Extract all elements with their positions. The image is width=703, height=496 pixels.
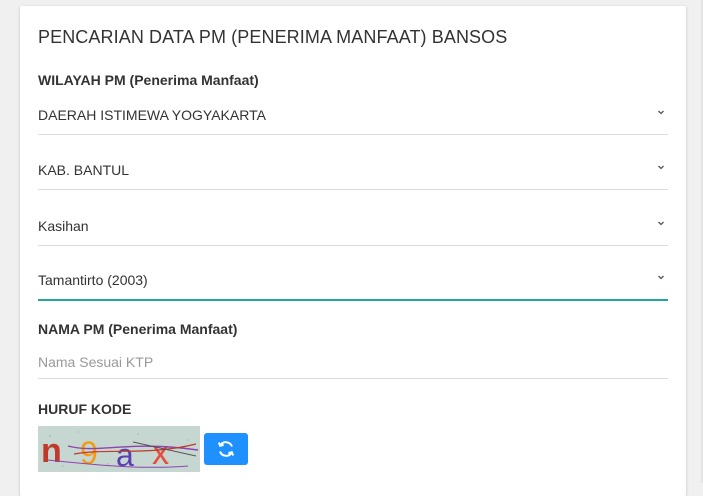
refresh-captcha-button[interactable] [204, 433, 248, 465]
nama-label: NAMA PM (Penerima Manfaat) [38, 321, 238, 337]
chevron-down-icon [658, 275, 664, 280]
captcha-picture: n 9 a x [38, 426, 200, 473]
refresh-icon [217, 441, 235, 457]
district-select[interactable]: Kasihan [38, 209, 668, 246]
regency-select[interactable]: KAB. BANTUL [38, 153, 668, 190]
chevron-down-icon [658, 221, 664, 226]
district-value: Kasihan [38, 218, 89, 234]
province-select[interactable]: DAERAH ISTIMEWA YOGYAKARTA [38, 98, 668, 135]
name-input[interactable] [38, 346, 668, 379]
page-title: PENCARIAN DATA PM (PENERIMA MANFAAT) BAN… [38, 27, 508, 47]
wilayah-label: WILAYAH PM (Penerima Manfaat) [38, 72, 259, 88]
chevron-down-icon [658, 110, 664, 115]
chevron-down-icon [658, 165, 664, 170]
village-select[interactable]: Tamantirto (2003) [38, 263, 668, 301]
search-form-card: PENCARIAN DATA PM (PENERIMA MANFAAT) BAN… [20, 6, 686, 496]
captcha-char-4: x [152, 434, 169, 472]
village-value: Tamantirto (2003) [38, 272, 148, 288]
kode-label: HURUF KODE [38, 401, 132, 417]
regency-value: KAB. BANTUL [38, 162, 130, 178]
province-value: DAERAH ISTIMEWA YOGYAKARTA [38, 107, 266, 123]
captcha-image: n 9 a x [38, 426, 200, 473]
captcha-char-1: n [41, 432, 62, 470]
